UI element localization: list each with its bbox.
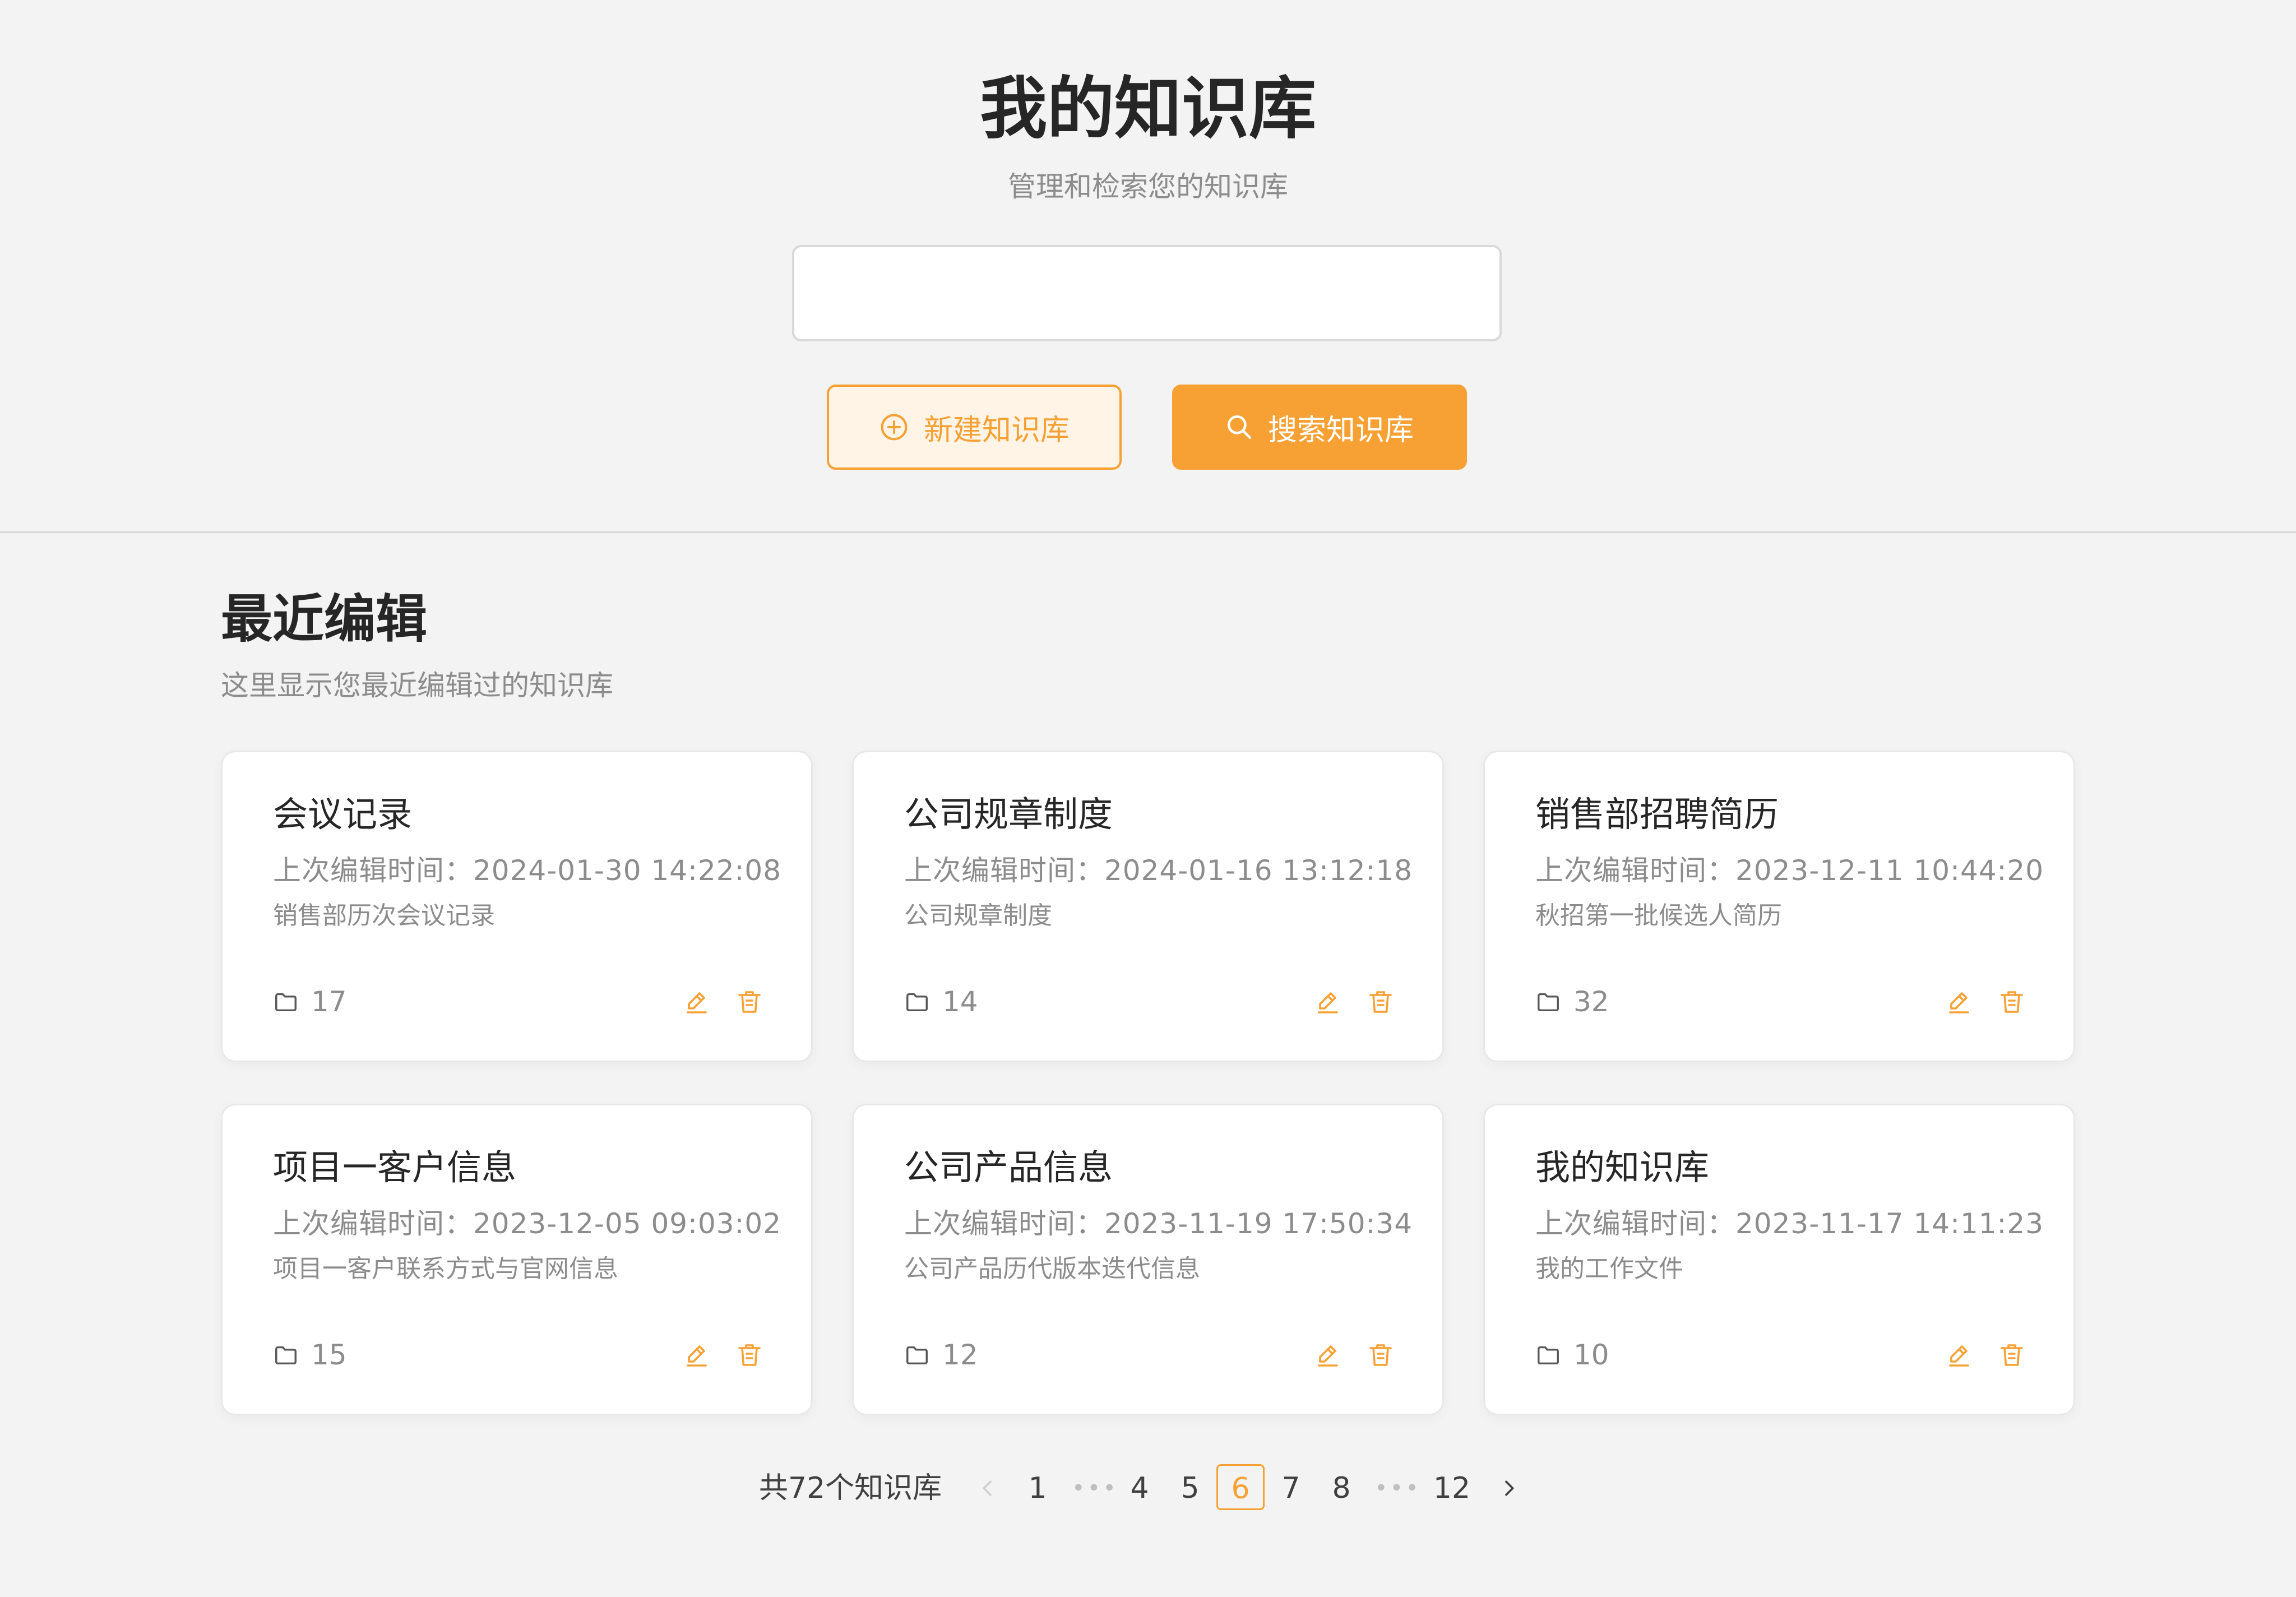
card-edit-time: 上次编辑时间：2023-11-19 17:50:34: [904, 1207, 1413, 1240]
card-edit-time: 上次编辑时间：2024-01-16 13:12:18: [904, 854, 1413, 887]
card-title: 我的知识库: [1535, 1147, 1710, 1188]
card-actions: [1946, 1335, 2025, 1374]
pagination: 共72个知识库 1 ••• 4 5 6 7 8 ••• 12: [0, 1463, 2296, 1513]
pagination-ellipsis[interactable]: •••: [1374, 1463, 1421, 1513]
card-title: 公司产品信息: [904, 1147, 1113, 1188]
search-input[interactable]: [792, 245, 1502, 341]
folder-icon: [1538, 1346, 1559, 1365]
knowledge-base-card[interactable]: 我的知识库 上次编辑时间：2023-11-17 14:11:23 我的工作文件 …: [1483, 1104, 2075, 1415]
card-count: 14: [904, 982, 978, 1021]
pagination-page[interactable]: 8: [1327, 1463, 1355, 1513]
card-count-value: 14: [942, 985, 978, 1018]
card-title: 公司规章制度: [904, 794, 1113, 835]
card-edit-time: 上次编辑时间：2023-11-17 14:11:23: [1535, 1207, 2044, 1240]
card-count-value: 17: [311, 985, 347, 1018]
trash-icon[interactable]: [736, 988, 763, 1015]
pencil-icon[interactable]: [1946, 1341, 1973, 1368]
trash-icon[interactable]: [1998, 988, 2025, 1015]
card-count: 12: [904, 1335, 978, 1374]
pagination-page[interactable]: 4: [1126, 1463, 1154, 1513]
knowledge-base-card[interactable]: 会议记录 上次编辑时间：2024-01-30 14:22:08 销售部历次会议记…: [221, 751, 813, 1062]
card-title: 销售部招聘简历: [1535, 794, 1779, 835]
search-knowledge-base-button[interactable]: 搜索知识库: [1172, 385, 1467, 470]
section-description: 这里显示您最近编辑过的知识库: [221, 669, 613, 702]
card-description: 我的工作文件: [1535, 1255, 1683, 1283]
card-count-value: 15: [311, 1339, 347, 1371]
new-knowledge-base-button[interactable]: 新建知识库: [827, 385, 1122, 470]
card-count: 10: [1535, 1335, 1609, 1374]
pagination-page[interactable]: 5: [1176, 1463, 1204, 1513]
card-description: 秋招第一批候选人简历: [1535, 901, 1782, 930]
card-edit-time: 上次编辑时间：2024-01-30 14:22:08: [273, 854, 782, 887]
folder-icon: [906, 993, 928, 1012]
section-title: 最近编辑: [221, 589, 428, 649]
trash-icon[interactable]: [736, 1341, 763, 1368]
card-count: 15: [273, 1335, 347, 1374]
page-subtitle: 管理和检索您的知识库: [1008, 170, 1288, 203]
folder-icon: [275, 993, 297, 1012]
card-title: 项目一客户信息: [273, 1147, 517, 1188]
trash-icon[interactable]: [1367, 1341, 1394, 1368]
new-button-label: 新建知识库: [923, 413, 1070, 447]
chevron-left-icon: [983, 1480, 992, 1496]
card-count-value: 10: [1573, 1339, 1609, 1371]
card-count: 32: [1535, 982, 1609, 1021]
pencil-icon[interactable]: [1314, 1341, 1341, 1368]
card-description: 项目一客户联系方式与官网信息: [273, 1255, 618, 1283]
card-actions: [683, 1335, 763, 1374]
card-actions: [1946, 982, 2025, 1021]
knowledge-base-card[interactable]: 项目一客户信息 上次编辑时间：2023-12-05 09:03:02 项目一客户…: [221, 1104, 813, 1415]
trash-icon[interactable]: [1998, 1341, 2025, 1368]
trash-icon[interactable]: [1367, 988, 1394, 1015]
folder-icon: [906, 1346, 928, 1365]
plus-circle-icon: [881, 414, 908, 441]
card-edit-time: 上次编辑时间：2023-12-11 10:44:20: [1535, 854, 2044, 887]
page-title: 我的知识库: [980, 70, 1316, 148]
pencil-icon[interactable]: [683, 988, 710, 1015]
pagination-page[interactable]: 7: [1277, 1463, 1305, 1513]
card-actions: [1314, 982, 1394, 1021]
knowledge-base-card[interactable]: 公司规章制度 上次编辑时间：2024-01-16 13:12:18 公司规章制度…: [852, 751, 1444, 1062]
pagination-prev[interactable]: [976, 1463, 999, 1513]
card-title: 会议记录: [273, 794, 413, 835]
card-count-value: 32: [1573, 985, 1609, 1018]
pagination-page-current[interactable]: 6: [1216, 1464, 1265, 1510]
pagination-page[interactable]: 1: [1024, 1463, 1052, 1513]
card-count: 17: [273, 982, 347, 1021]
search-icon: [1227, 415, 1252, 439]
pagination-total: 共72个知识库: [759, 1471, 942, 1505]
header: 我的知识库 管理和检索您的知识库 新建知识库 搜索知识库: [0, 0, 2296, 533]
card-description: 销售部历次会议记录: [273, 901, 495, 930]
card-edit-time: 上次编辑时间：2023-12-05 09:03:02: [273, 1207, 782, 1240]
pencil-icon[interactable]: [1314, 988, 1341, 1015]
card-description: 公司规章制度: [904, 901, 1052, 930]
knowledge-base-card[interactable]: 公司产品信息 上次编辑时间：2023-11-19 17:50:34 公司产品历代…: [852, 1104, 1444, 1415]
search-button-label: 搜索知识库: [1267, 413, 1414, 447]
chevron-right-icon: [1505, 1480, 1514, 1496]
pencil-icon[interactable]: [683, 1341, 710, 1368]
folder-icon: [1538, 993, 1559, 1012]
pencil-icon[interactable]: [1946, 988, 1973, 1015]
card-actions: [683, 982, 763, 1021]
knowledge-base-card[interactable]: 销售部招聘简历 上次编辑时间：2023-12-11 10:44:20 秋招第一批…: [1483, 751, 2075, 1062]
pagination-ellipsis[interactable]: •••: [1072, 1463, 1118, 1513]
pagination-next[interactable]: [1498, 1463, 1520, 1513]
card-count-value: 12: [942, 1339, 978, 1371]
folder-icon: [275, 1346, 297, 1365]
card-description: 公司产品历代版本迭代信息: [904, 1255, 1200, 1283]
pagination-page[interactable]: 12: [1429, 1463, 1474, 1513]
card-actions: [1314, 1335, 1394, 1374]
